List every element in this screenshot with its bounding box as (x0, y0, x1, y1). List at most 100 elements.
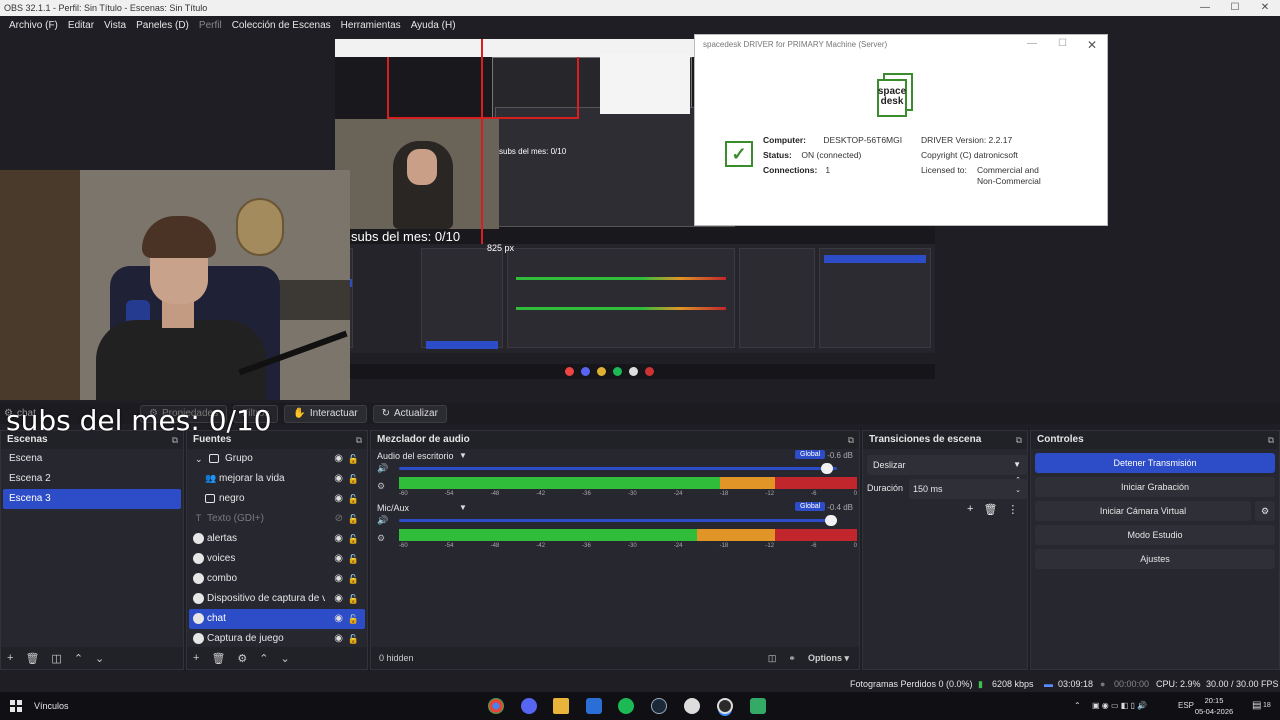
duration-spinbox[interactable]: 150 ms ⌃ ⌄ (909, 477, 1027, 499)
scene-item[interactable]: Escena 2 (3, 469, 181, 489)
transition-type-select[interactable]: Deslizar ▼ (867, 455, 1027, 475)
source-item[interactable]: voices ◉ 🔓 (189, 549, 365, 569)
eye-icon[interactable]: ◉ (334, 629, 343, 649)
menu-perfil[interactable]: Perfil (194, 20, 227, 31)
chevron-down-icon[interactable]: ▼ (459, 503, 467, 512)
add-scene-icon[interactable]: + (7, 652, 13, 664)
lock-icon[interactable]: 🔓 (348, 589, 359, 609)
menu-archivo[interactable]: Archivo (F) (4, 20, 63, 31)
windows-start-icon[interactable] (10, 700, 22, 712)
chevron-down-icon[interactable]: ⌄ (195, 449, 203, 469)
spacedesk-window[interactable]: spacedesk DRIVER for PRIMARY Machine (Se… (694, 34, 1108, 226)
menu-paneles[interactable]: Paneles (D) (131, 20, 194, 31)
add-source-icon[interactable]: + (193, 652, 199, 664)
menu-editar[interactable]: Editar (63, 20, 99, 31)
link-icon[interactable]: ⚭ (788, 653, 796, 664)
close-icon[interactable]: ✕ (1250, 0, 1280, 16)
tray-icons[interactable]: ▣ ◉ ▭ ◧ ▯ 🔊 (1092, 692, 1147, 720)
add-transition-icon[interactable]: + (967, 503, 973, 516)
scene-item-selected[interactable]: Escena 3 (3, 489, 181, 509)
steam-icon[interactable] (651, 698, 667, 714)
volume-knob[interactable] (820, 463, 833, 474)
settings-button[interactable]: Ajustes (1035, 549, 1275, 569)
volume-slider[interactable] (399, 515, 837, 526)
source-item[interactable]: alertas ◉ 🔓 (189, 529, 365, 549)
source-item-hidden[interactable]: T Texto (GDI+) ⊘ 🔓 (189, 509, 365, 529)
move-down-icon[interactable]: ⌄ (281, 652, 290, 665)
source-item[interactable]: combo ◉ 🔓 (189, 569, 365, 589)
lock-icon[interactable]: 🔓 (348, 489, 359, 509)
source-item[interactable]: Captura de juego ◉ 🔓 (189, 629, 365, 649)
source-item[interactable]: ⌄ Grupo ◉ 🔓 (189, 449, 365, 469)
eye-icon[interactable]: ◉ (334, 449, 343, 469)
filters-icon[interactable]: ◫ (51, 652, 61, 665)
chevron-down-icon[interactable]: ▼ (459, 451, 467, 460)
store-icon[interactable] (586, 698, 602, 714)
move-up-icon[interactable]: ⌃ (74, 652, 83, 665)
volume-knob[interactable] (825, 515, 837, 526)
remove-scene-icon[interactable]: 🗑 (25, 652, 39, 665)
speaker-icon[interactable]: 🔊 (377, 515, 388, 526)
more-options-icon[interactable]: ⋮ (1007, 503, 1018, 516)
spacedesk-close-icon[interactable]: ✕ (1087, 38, 1097, 52)
eye-icon[interactable]: ◉ (334, 529, 343, 549)
file-explorer-icon[interactable] (553, 698, 569, 714)
eye-hidden-icon[interactable]: ⊘ (335, 509, 343, 529)
dock-menu-icon[interactable]: ⧉ (1268, 431, 1274, 449)
eye-icon[interactable]: ◉ (334, 569, 343, 589)
interact-button[interactable]: ✋ Interactuar (284, 404, 367, 423)
settings-gear-icon[interactable] (684, 698, 700, 714)
chevron-up-icon[interactable]: ⌃ (1074, 692, 1081, 720)
chrome-icon[interactable] (488, 698, 504, 714)
stop-stream-button[interactable]: Detener Transmisión (1035, 453, 1275, 473)
eye-icon[interactable]: ◉ (334, 469, 343, 489)
refresh-button[interactable]: ↻ Actualizar (372, 404, 447, 423)
menu-coleccion-escenas[interactable]: Colección de Escenas (227, 20, 336, 31)
spacedesk-maximize-icon[interactable]: ☐ (1058, 38, 1067, 49)
source-item-selected[interactable]: chat ◉ 🔓 (189, 609, 365, 629)
options-button[interactable]: Options ▾ (808, 653, 849, 664)
menu-vista[interactable]: Vista (99, 20, 131, 31)
lock-icon[interactable]: 🔓 (348, 449, 359, 469)
virtual-camera-button[interactable]: Iniciar Cámara Virtual (1035, 501, 1251, 521)
move-up-icon[interactable]: ⌃ (259, 652, 268, 665)
lock-icon[interactable]: 🔓 (348, 569, 359, 589)
studio-mode-button[interactable]: Modo Estudio (1035, 525, 1275, 545)
obs-icon[interactable] (717, 698, 733, 714)
volume-slider[interactable] (399, 463, 837, 474)
minimize-icon[interactable]: — (1190, 0, 1220, 16)
taskbar-clock[interactable]: 20:15 05-04-2026 (1192, 695, 1236, 717)
lock-icon[interactable]: 🔓 (348, 629, 359, 649)
remove-source-icon[interactable]: 🗑 (211, 652, 225, 665)
menu-herramientas[interactable]: Herramientas (336, 20, 406, 31)
spacedesk-minimize-icon[interactable]: — (1027, 38, 1037, 49)
dock-menu-icon[interactable]: ⧉ (848, 431, 854, 449)
links-toolbar[interactable]: Vínculos (34, 692, 69, 720)
speaker-icon[interactable]: 🔊 (377, 463, 388, 474)
gear-icon[interactable]: ⚙ (237, 652, 247, 665)
remove-transition-icon[interactable]: 🗑 (983, 503, 997, 516)
gear-icon[interactable]: ⚙ (377, 533, 385, 544)
lock-icon[interactable]: 🔓 (348, 469, 359, 489)
dock-menu-icon[interactable]: ⧉ (1016, 431, 1022, 449)
source-item[interactable]: negro ◉ 🔓 (189, 489, 365, 509)
notification-icon[interactable]: ▤ (1252, 692, 1261, 720)
lock-icon[interactable]: 🔓 (348, 609, 359, 629)
move-down-icon[interactable]: ⌄ (95, 652, 104, 665)
discord-icon[interactable] (521, 698, 537, 714)
source-item[interactable]: 👥 mejorar la vida ◉ 🔓 (189, 469, 365, 489)
scene-item[interactable]: Escena (3, 449, 181, 469)
menu-ayuda[interactable]: Ayuda (H) (406, 20, 461, 31)
eye-icon[interactable]: ◉ (334, 589, 343, 609)
eye-icon[interactable]: ◉ (334, 489, 343, 509)
lock-icon[interactable]: 🔓 (348, 509, 359, 529)
eye-icon[interactable]: ◉ (334, 549, 343, 569)
layout-icon[interactable]: ◫ (768, 653, 777, 664)
spacedesk-taskbar-icon[interactable] (750, 698, 766, 714)
virtual-camera-settings-button[interactable]: ⚙ (1255, 501, 1275, 521)
eye-icon[interactable]: ◉ (334, 609, 343, 629)
lock-icon[interactable]: 🔓 (348, 529, 359, 549)
gear-icon[interactable]: ⚙ (377, 481, 385, 492)
source-item[interactable]: Dispositivo de captura de vídeo ◉🔓 (189, 589, 365, 609)
lock-icon[interactable]: 🔓 (348, 549, 359, 569)
